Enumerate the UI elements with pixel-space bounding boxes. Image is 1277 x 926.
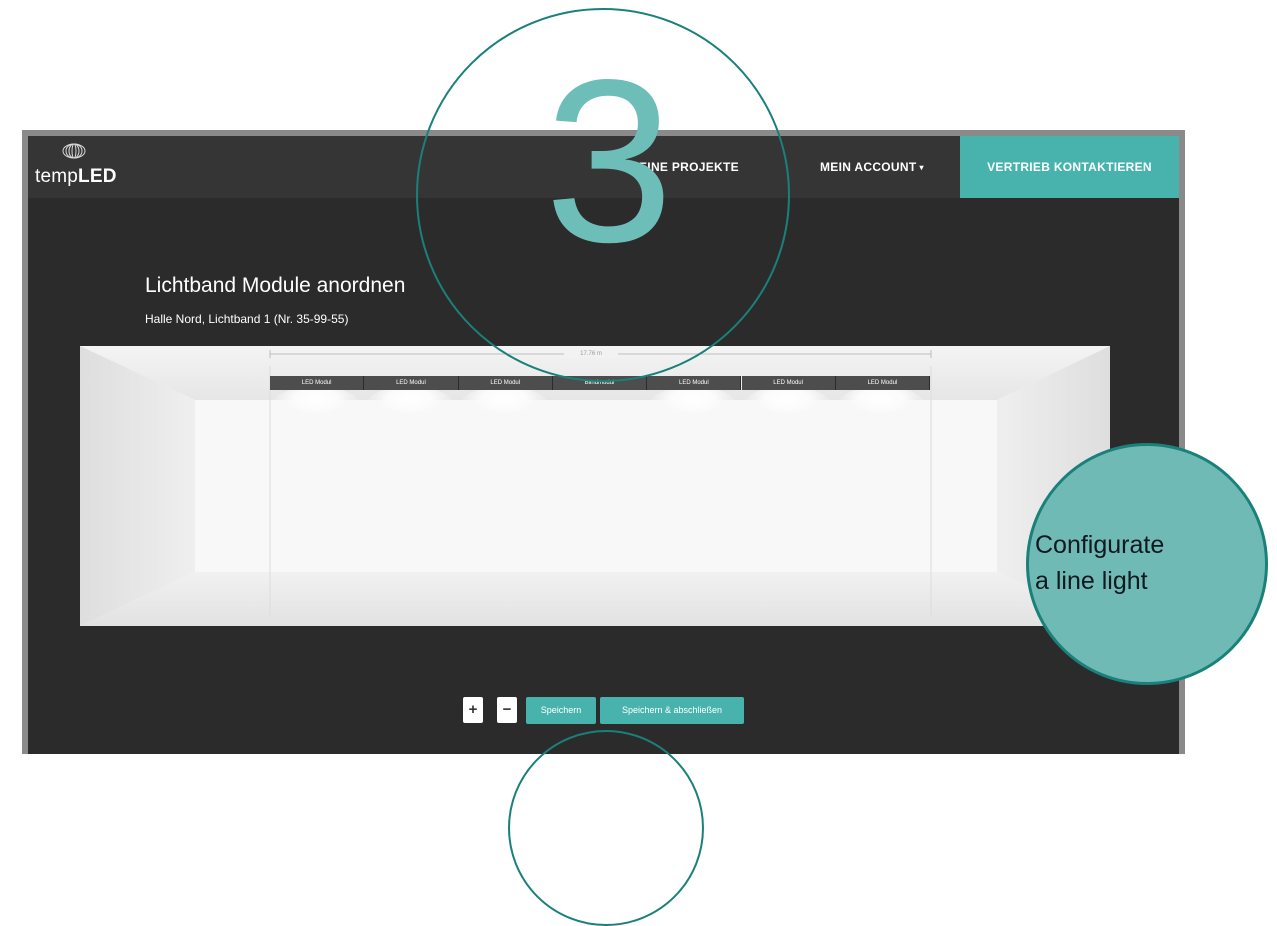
- light-glow-7: [835, 386, 927, 430]
- contact-sales-button[interactable]: VERTRIEB KONTAKTIEREN: [960, 136, 1179, 198]
- light-glow-5: [647, 386, 739, 430]
- led-module[interactable]: LED Modul: [458, 376, 553, 390]
- logo-wordmark: tempLED: [35, 166, 117, 188]
- nav-account-label: MEIN ACCOUNT: [820, 160, 917, 174]
- light-glow-6: [741, 386, 833, 430]
- add-module-button[interactable]: +: [463, 697, 483, 723]
- caret-down-icon: ▾: [919, 163, 924, 172]
- caption-line-1: Configurate: [1035, 531, 1165, 559]
- room-floor: [80, 572, 1110, 626]
- led-module[interactable]: LED Modul: [647, 376, 742, 390]
- light-glow-2: [364, 386, 456, 430]
- plus-icon: +: [468, 701, 478, 718]
- logo-prefix: temp: [35, 166, 79, 187]
- led-module[interactable]: LED Modul: [741, 376, 836, 390]
- step-number: 3: [544, 32, 674, 291]
- page-subtitle: Halle Nord, Lichtband 1 (Nr. 35-99-55): [145, 312, 349, 326]
- light-glow-3: [458, 386, 550, 430]
- led-module[interactable]: LED Modul: [364, 376, 459, 390]
- minus-icon: −: [502, 701, 512, 718]
- led-module[interactable]: LED Modul: [270, 376, 365, 390]
- caption-text: Configurate a line light: [1035, 527, 1164, 599]
- logo-rings-icon: [62, 143, 86, 159]
- caption-line-2: a line light: [1035, 567, 1148, 595]
- page-title: Lichtband Module anordnen: [145, 274, 406, 297]
- save-button[interactable]: Speichern: [526, 697, 596, 724]
- remove-module-button[interactable]: −: [497, 697, 517, 723]
- nav-my-account[interactable]: MEIN ACCOUNT ▾: [820, 136, 924, 198]
- templed-logo[interactable]: tempLED: [35, 142, 116, 192]
- bottom-circle-outline: [508, 730, 704, 926]
- led-module[interactable]: LED Modul: [835, 376, 931, 390]
- light-glow-1: [270, 386, 362, 430]
- logo-suffix: LED: [78, 166, 117, 187]
- save-and-close-button[interactable]: Speichern & abschließen: [600, 697, 744, 724]
